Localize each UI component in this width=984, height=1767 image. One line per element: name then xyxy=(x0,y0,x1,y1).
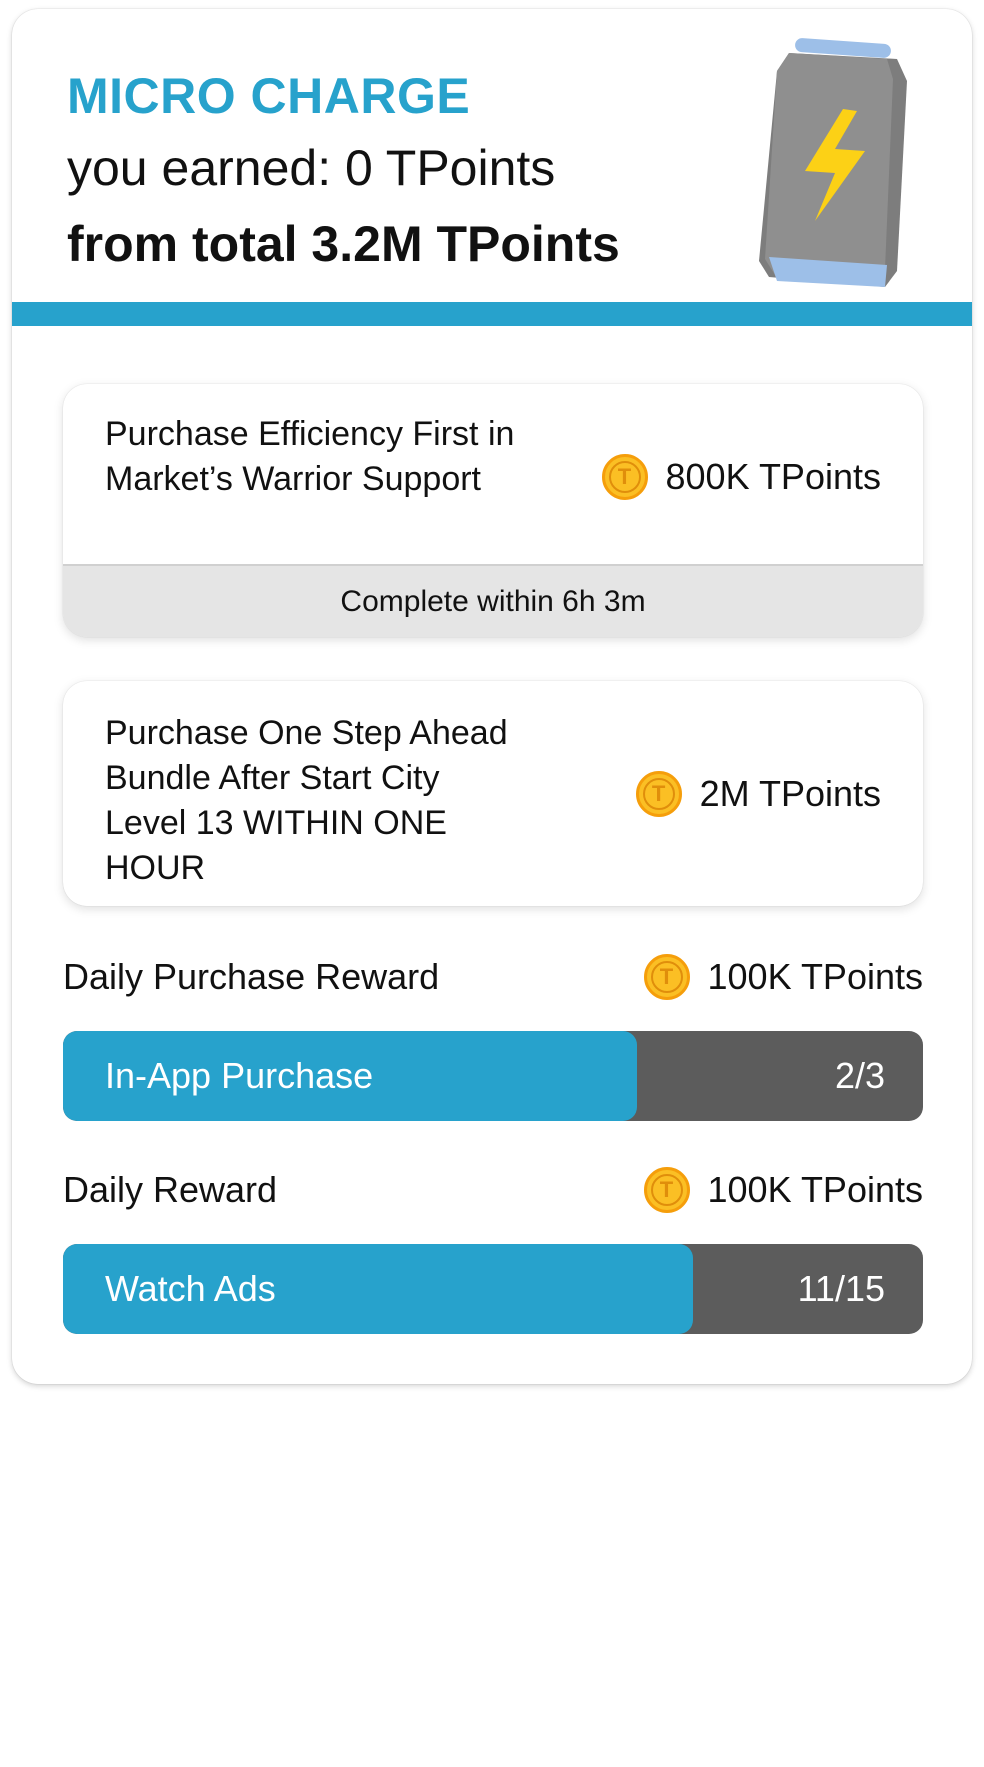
coin-icon: T xyxy=(643,1167,690,1213)
task-timer: Complete within 6h 3m xyxy=(63,564,923,637)
coin-icon: T xyxy=(635,771,682,817)
watch-ads-progress[interactable]: Watch Ads 11/15 xyxy=(63,1244,923,1334)
earned-text: you earned: 0 TPoints xyxy=(67,140,556,196)
task-card[interactable]: Purchase One Step Ahead Bundle After Sta… xyxy=(63,681,923,906)
task-reward-text: 800K TPoints xyxy=(665,456,881,497)
progress-label: In-App Purchase xyxy=(105,1055,374,1096)
daily-reward-row: Daily Reward T 100K TPoints xyxy=(63,1167,923,1213)
energy-can-icon xyxy=(759,38,907,287)
task-title: Purchase Efficiency First in Market’s Wa… xyxy=(105,415,515,498)
progress-label: Watch Ads xyxy=(105,1268,276,1309)
daily-purchase-row: Daily Purchase Reward T 100K TPoints xyxy=(63,954,923,1000)
task-card[interactable]: Purchase Efficiency First in Market’s Wa… xyxy=(63,384,923,637)
progress-count: 2/3 xyxy=(834,1055,885,1096)
header-divider xyxy=(12,302,972,326)
in-app-purchase-progress[interactable]: In-App Purchase 2/3 xyxy=(63,1031,923,1121)
daily-reward-label: Daily Reward xyxy=(63,1169,278,1210)
daily-reward-reward: T 100K TPoints xyxy=(643,1167,923,1213)
daily-reward-reward-text: 100K TPoints xyxy=(707,1169,923,1210)
coin-icon: T xyxy=(601,454,648,500)
progress-count: 11/15 xyxy=(797,1268,885,1309)
task-reward: T 800K TPoints xyxy=(601,454,881,500)
task-reward: T 2M TPoints xyxy=(635,771,881,817)
daily-purchase-reward-text: 100K TPoints xyxy=(707,956,923,997)
micro-charge-card: MICRO CHARGE you earned: 0 TPoints from … xyxy=(12,9,972,1384)
page-title: MICRO CHARGE xyxy=(67,68,471,124)
daily-purchase-label: Daily Purchase Reward xyxy=(63,956,440,997)
task-reward-text: 2M TPoints xyxy=(699,773,881,814)
daily-purchase-reward: T 100K TPoints xyxy=(643,954,923,1000)
task-title: Purchase One Step Ahead Bundle After Sta… xyxy=(105,714,508,887)
card-header: MICRO CHARGE you earned: 0 TPoints from … xyxy=(12,9,972,302)
coin-icon: T xyxy=(643,954,690,1000)
total-text: from total 3.2M TPoints xyxy=(67,216,620,272)
